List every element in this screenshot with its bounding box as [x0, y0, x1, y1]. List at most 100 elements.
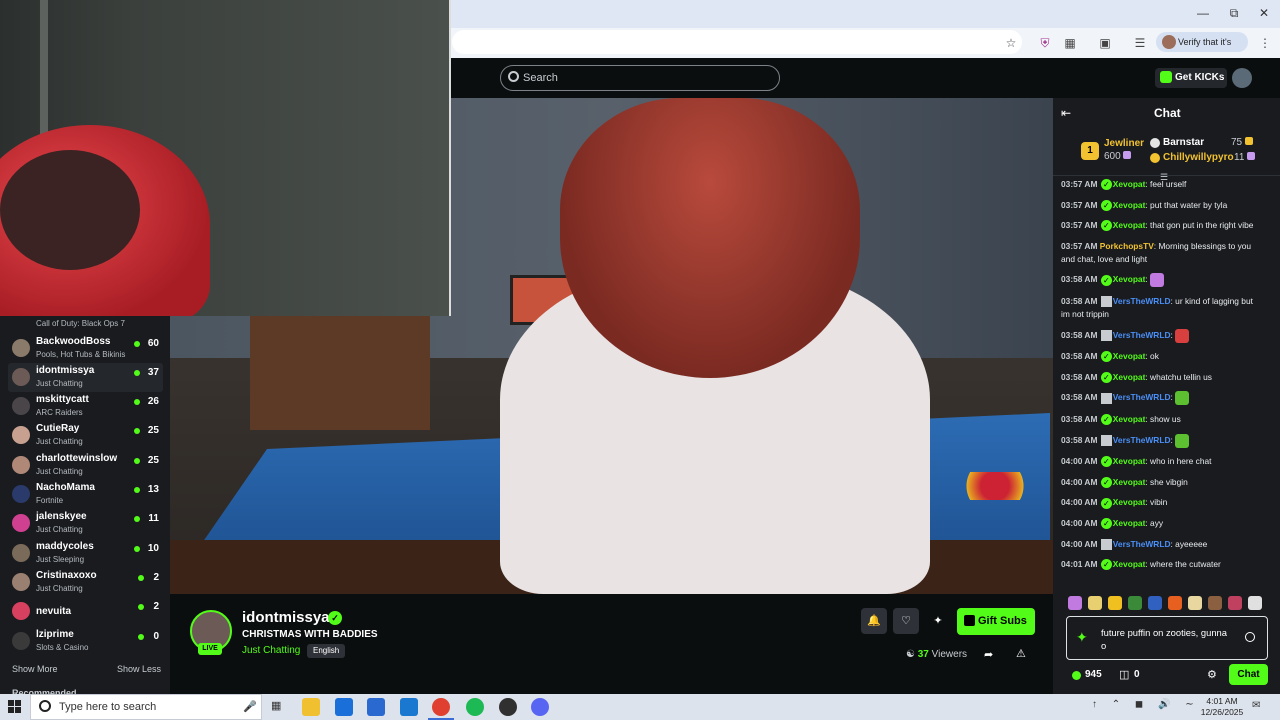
search-icon [39, 700, 51, 712]
obs-icon[interactable] [499, 698, 517, 716]
edge-icon[interactable] [335, 698, 353, 716]
sidebar-channel-cristinaxoxo[interactable]: Cristinaxoxo Just Chatting 2 [8, 568, 163, 597]
task-view-icon[interactable]: ▦ [271, 699, 281, 712]
collapse-chat-icon[interactable]: ⇤ [1061, 106, 1071, 120]
sidebar-channel-backwoodboss[interactable]: BackwoodBoss Pools, Hot Tubs & Bikinis 60 [8, 334, 163, 363]
sidebar-channel-nachomama[interactable]: NachoMama Fortnite 13 [8, 480, 163, 509]
chrome-icon[interactable] [432, 698, 450, 716]
search-input[interactable]: Search [500, 65, 780, 91]
discord-icon[interactable] [531, 698, 549, 716]
emoji-picker-icon[interactable] [1245, 632, 1255, 642]
emote-icon[interactable] [1150, 273, 1165, 288]
points-balance[interactable]: 945 [1085, 669, 1102, 680]
sidebar-channel-idontmissya[interactable]: idontmissya Just Chatting 37 [8, 363, 163, 392]
sidebar-channel-mskittycatt[interactable]: mskittycatt ARC Raiders 26 [8, 392, 163, 421]
sidebar-channel-maddycoles[interactable]: maddycoles Just Sleeping 10 [8, 539, 163, 568]
emote-icon[interactable] [1208, 596, 1222, 610]
sparkle-icon[interactable]: ✦ [925, 608, 951, 634]
language-tag[interactable]: English [307, 644, 346, 658]
media-queue-icon[interactable]: ☰ [1131, 35, 1149, 51]
extensions-puzzle-icon[interactable]: ▦ [1061, 35, 1079, 51]
chat-input-text[interactable]: future puffin on zooties, gunna o [1101, 626, 1231, 652]
bookmark-star-icon[interactable]: ☆ [1002, 35, 1020, 51]
show-less-button[interactable]: Show Less [117, 664, 161, 674]
chat-username[interactable]: Xevopat [1113, 220, 1146, 230]
emote-icon[interactable] [1175, 328, 1190, 343]
kicks-sparkle-icon[interactable]: ✦ [1076, 629, 1088, 646]
notification-bell-icon[interactable]: 🔔 [861, 608, 887, 634]
message-timestamp: 03:57 AM [1061, 240, 1098, 251]
chat-username[interactable]: Xevopat [1113, 414, 1146, 424]
message-text: who in here chat [1150, 456, 1212, 467]
close-icon[interactable]: ✕ [1249, 6, 1279, 22]
chat-username[interactable]: Xevopat [1113, 559, 1146, 569]
chat-username[interactable]: Xevopat [1113, 518, 1146, 528]
sidebar-channel-lziprime[interactable]: lziprime Slots & Casino 0 [8, 627, 163, 656]
emote-icon[interactable] [1228, 596, 1242, 610]
restore-icon[interactable]: ⧉ [1219, 6, 1249, 22]
taskbar-clock[interactable]: 4:01 AM 12/26/2025 [1200, 696, 1244, 718]
taskbar-search-input[interactable]: Type here to search [30, 694, 262, 720]
emote-icon[interactable] [1088, 596, 1102, 610]
share-icon[interactable]: ➦ [984, 648, 993, 661]
sidebar-channel-cutieray[interactable]: CutieRay Just Chatting 25 [8, 421, 163, 450]
emote-icon[interactable] [1175, 391, 1190, 406]
chat-username[interactable]: VersTheWRLD [1113, 330, 1171, 340]
chat-username[interactable]: Xevopat [1113, 351, 1146, 361]
spotify-icon[interactable] [466, 698, 484, 716]
cast-icon[interactable]: ▣ [1096, 35, 1114, 51]
emote-icon[interactable] [1175, 433, 1190, 448]
sidebar-channel-charlottewinslow[interactable]: charlottewinslow Just Chatting 25 [8, 451, 163, 480]
channel-avatar [12, 397, 30, 415]
show-more-button[interactable]: Show More [12, 664, 58, 674]
verified-badge-icon: ✓ [1100, 274, 1112, 286]
store-icon[interactable] [367, 698, 385, 716]
message-timestamp: 03:58 AM [1061, 392, 1098, 403]
emote-icon[interactable] [1108, 596, 1122, 610]
webcam-overlay-window[interactable] [0, 0, 451, 316]
emote-icon[interactable] [1248, 596, 1262, 610]
report-warning-icon[interactable]: ⚠ [1016, 647, 1026, 660]
chat-username[interactable]: Xevopat [1113, 497, 1146, 507]
chat-username[interactable]: Xevopat [1113, 477, 1146, 487]
chat-username[interactable]: Xevopat [1113, 179, 1146, 189]
system-tray-icons[interactable]: ↑ ⌃ ◼ 🔊 ∼ [1092, 699, 1200, 710]
mail-icon[interactable] [400, 698, 418, 716]
chat-username[interactable]: VersTheWRLD [1113, 539, 1171, 549]
gifter-name[interactable]: Barnstar [1163, 137, 1204, 148]
message-text: ayy [1150, 517, 1164, 528]
streamer-name[interactable]: idontmissya [242, 609, 330, 626]
emote-icon[interactable] [1128, 596, 1142, 610]
chat-username[interactable]: Xevopat [1113, 372, 1146, 382]
minimize-icon[interactable]: — [1188, 6, 1218, 22]
chrome-menu-icon[interactable]: ⋮ [1256, 35, 1274, 51]
extension-shield-icon[interactable]: ⛨ [1036, 35, 1054, 51]
chat-username[interactable]: Xevopat [1113, 456, 1146, 466]
notification-center-icon[interactable]: ✉ [1252, 700, 1260, 711]
follow-heart-icon[interactable]: ♡ [893, 608, 919, 634]
windows-start-icon[interactable] [8, 700, 22, 714]
chat-username[interactable]: Xevopat [1113, 275, 1146, 285]
emote-icon[interactable] [1068, 596, 1082, 610]
chat-username[interactable]: Xevopat [1113, 200, 1146, 210]
sidebar-channel-jalenskyee[interactable]: jalenskyee Just Chatting 11 [8, 509, 163, 538]
gifter-name[interactable]: Chillywillypyro [1163, 152, 1234, 163]
chat-settings-gear-icon[interactable]: ⚙ [1207, 668, 1217, 681]
file-explorer-icon[interactable] [302, 698, 320, 716]
microphone-icon[interactable]: 🎤 [243, 700, 257, 713]
emote-icon[interactable] [1168, 596, 1182, 610]
chat-username[interactable]: VersTheWRLD [1113, 435, 1171, 445]
sidebar-channel-nevuita[interactable]: nevuita 2 [8, 597, 163, 626]
chat-username[interactable]: VersTheWRLD [1113, 296, 1171, 306]
emote-icon[interactable] [1188, 596, 1202, 610]
chat-message: 04:00 AM ✓ Xevopat: vibin [1061, 497, 1168, 509]
top-gifter-name[interactable]: Jewliner [1104, 138, 1144, 149]
chat-username[interactable]: VersTheWRLD [1113, 393, 1171, 403]
chat-username[interactable]: PorkchopsTV [1100, 241, 1154, 251]
stream-category-link[interactable]: Just Chatting [242, 645, 300, 656]
emote-icon[interactable] [1148, 596, 1162, 610]
address-bar[interactable] [452, 30, 1022, 54]
chat-send-button[interactable]: Chat [1229, 664, 1268, 685]
user-avatar[interactable] [1232, 68, 1252, 88]
gift-count[interactable]: 0 [1134, 669, 1140, 680]
